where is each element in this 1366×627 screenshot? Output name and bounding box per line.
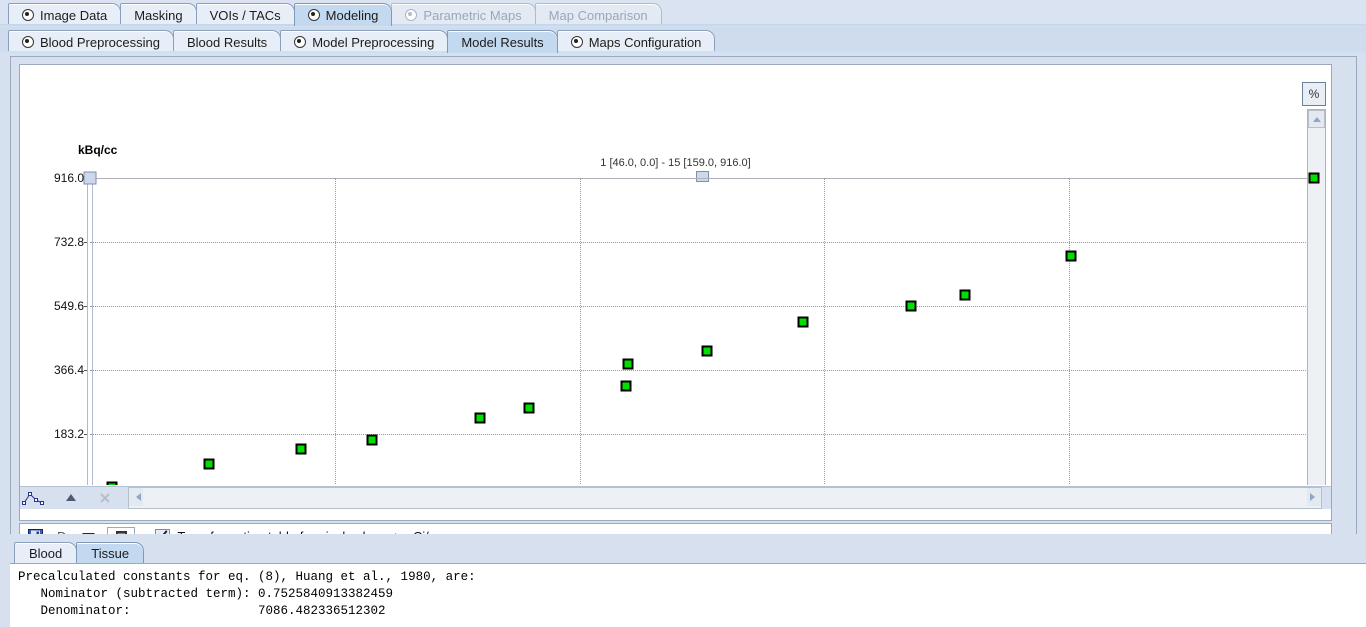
gridline-horizontal xyxy=(90,306,1314,307)
secondary-tab-bar: Blood Preprocessing Blood Results Model Pr… xyxy=(0,27,1366,53)
tab-label: Map Comparison xyxy=(548,7,648,23)
tab-label: Blood xyxy=(29,545,63,561)
tab-modeling[interactable]: Modeling xyxy=(293,3,393,26)
scroll-left-icon[interactable] xyxy=(129,488,143,506)
tab-model-results[interactable]: Model Results xyxy=(447,30,558,53)
tab-label: VOIs / TACs xyxy=(209,7,281,23)
gridline-horizontal xyxy=(90,370,1314,371)
data-point-marker[interactable] xyxy=(366,434,378,446)
tab-label: Model Preprocessing xyxy=(312,34,435,50)
secondary-tab-strip: Blood Preprocessing Blood Results Model Pr… xyxy=(8,27,716,53)
tab-blood[interactable]: Blood xyxy=(14,542,78,563)
cone-icon[interactable] xyxy=(58,488,84,508)
tab-blood-preprocessing[interactable]: Blood Preprocessing xyxy=(8,30,174,53)
data-point-marker[interactable] xyxy=(905,300,917,312)
tab-label: Masking xyxy=(134,7,183,23)
tab-parametric-maps: Parametric Maps xyxy=(391,3,536,26)
tab-image-data[interactable]: Image Data xyxy=(8,3,122,26)
tab-label: Parametric Maps xyxy=(423,7,522,23)
model-results-panel: kBq/cc 1 [46.0, 0.0] - 15 [159.0, 916.0]… xyxy=(10,56,1357,553)
y-tick-label: 549.6 xyxy=(53,299,84,313)
y-tick-label: 732.8 xyxy=(53,235,84,249)
gridline-vertical xyxy=(579,178,581,485)
data-point-marker[interactable] xyxy=(203,458,215,470)
scroll-up-icon[interactable] xyxy=(1308,110,1325,128)
data-point-marker[interactable] xyxy=(797,316,809,328)
tab-vois-tacs[interactable]: VOIs / TACs xyxy=(195,3,295,26)
primary-tab-strip: Image Data Masking VOIs / TACs Modeling Para… xyxy=(8,0,662,26)
y-axis-ticks: 0.0183.2366.4549.6732.8916.0 xyxy=(20,65,89,485)
plot-canvas[interactable]: kBq/cc 1 [46.0, 0.0] - 15 [159.0, 916.0]… xyxy=(20,65,1331,485)
tab-label: Image Data xyxy=(40,7,108,23)
chart-horizontal-scrollbar[interactable] xyxy=(128,487,1322,509)
gridline-vertical xyxy=(1069,178,1071,485)
percent-scale-button[interactable]: % xyxy=(1302,82,1326,106)
y-tick-label: 916.0 xyxy=(53,171,84,185)
chart-vertical-scrollbar[interactable] xyxy=(1307,109,1326,485)
tab-label: Maps Configuration xyxy=(588,34,702,50)
y-tick-label: 366.4 xyxy=(53,363,84,377)
close-icon xyxy=(92,488,118,508)
chart-frame: kBq/cc 1 [46.0, 0.0] - 15 [159.0, 916.0]… xyxy=(19,64,1332,521)
radio-indicator-icon xyxy=(294,36,307,48)
data-point-marker[interactable] xyxy=(106,481,118,485)
console-output: Precalculated constants for eq. (8), Hua… xyxy=(10,563,1366,627)
tab-maps-configuration[interactable]: Maps Configuration xyxy=(556,30,716,53)
data-point-marker[interactable] xyxy=(295,443,307,455)
secondary-tab-underline xyxy=(0,51,1366,53)
chart-title: 1 [46.0, 0.0] - 15 [159.0, 916.0] xyxy=(600,157,751,169)
tab-label: Blood Preprocessing xyxy=(40,34,160,50)
data-point-marker[interactable] xyxy=(523,402,535,414)
console-tab-strip: Blood Tissue xyxy=(14,541,145,563)
data-point-marker[interactable] xyxy=(701,345,713,357)
radio-indicator-icon xyxy=(405,9,418,21)
tab-label: Modeling xyxy=(325,7,379,23)
tab-map-comparison: Map Comparison xyxy=(534,3,662,26)
data-point-marker[interactable] xyxy=(959,289,971,301)
radio-indicator-icon xyxy=(22,9,34,21)
radio-indicator-icon xyxy=(22,36,34,48)
primary-tab-underline xyxy=(0,24,1366,26)
tab-model-preprocessing[interactable]: Model Preprocessing xyxy=(280,30,449,53)
plot-top-border xyxy=(90,178,1314,179)
primary-tab-bar: Image Data Masking VOIs / TACs Modeling Para… xyxy=(0,0,1366,26)
radio-indicator-icon xyxy=(570,36,583,48)
data-point-marker[interactable] xyxy=(1065,250,1077,262)
tab-label: Blood Results xyxy=(186,34,268,50)
data-point-marker[interactable] xyxy=(622,358,634,369)
gridline-vertical xyxy=(824,178,826,485)
tab-masking[interactable]: Masking xyxy=(120,3,197,26)
polyline-icon[interactable] xyxy=(20,488,46,508)
gridline-horizontal xyxy=(90,434,1314,435)
tab-tissue[interactable]: Tissue xyxy=(76,542,145,563)
plot-area[interactable] xyxy=(90,178,1314,485)
tab-label: Model Results xyxy=(461,34,544,50)
tab-label: Tissue xyxy=(91,545,130,561)
y-tick-label: 183.2 xyxy=(53,427,84,441)
radio-indicator-icon xyxy=(307,9,320,21)
gridline-horizontal xyxy=(90,242,1314,243)
data-point-marker[interactable] xyxy=(1308,172,1320,184)
data-point-marker[interactable] xyxy=(474,412,486,424)
data-point-marker[interactable] xyxy=(620,380,632,392)
bottom-divider xyxy=(0,534,1366,563)
axis-handle-top-left[interactable] xyxy=(83,171,97,185)
tab-blood-results[interactable]: Blood Results xyxy=(172,30,282,53)
scroll-right-icon[interactable] xyxy=(1307,488,1321,506)
gridline-vertical xyxy=(334,178,336,485)
